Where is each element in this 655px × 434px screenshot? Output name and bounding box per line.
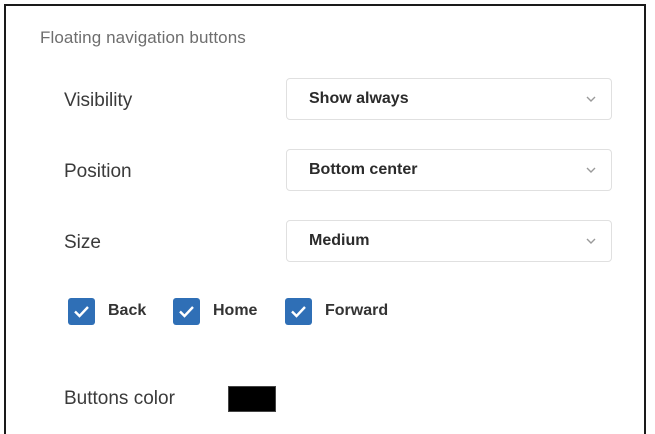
visibility-label: Visibility	[64, 90, 133, 111]
position-label: Position	[64, 161, 132, 182]
checkbox-checked[interactable]	[68, 298, 95, 325]
position-select-value: Bottom center	[309, 161, 418, 178]
visibility-select-value: Show always	[309, 90, 409, 107]
forward-checkbox-label: Forward	[325, 302, 389, 319]
buttons-color-label: Buttons color	[64, 388, 175, 409]
size-select-value: Medium	[309, 232, 370, 249]
back-checkbox-label: Back	[108, 302, 147, 319]
size-label: Size	[64, 232, 101, 253]
position-select[interactable]: Bottom center	[286, 149, 612, 191]
visibility-select[interactable]: Show always	[286, 78, 612, 120]
checkbox-checked[interactable]	[173, 298, 200, 325]
chevron-down-icon	[586, 96, 596, 102]
chevron-down-icon	[586, 167, 596, 173]
size-select[interactable]: Medium	[286, 220, 612, 262]
chevron-down-icon	[586, 238, 596, 244]
settings-panel: Floating navigation buttons Visibility S…	[4, 4, 646, 434]
checkbox-checked[interactable]	[285, 298, 312, 325]
buttons-color-swatch[interactable]	[228, 386, 276, 412]
checkmark-icon	[291, 306, 306, 318]
home-checkbox-label: Home	[213, 302, 258, 319]
checkmark-icon	[179, 306, 194, 318]
section-title: Floating navigation buttons	[40, 28, 246, 47]
checkmark-icon	[74, 306, 89, 318]
